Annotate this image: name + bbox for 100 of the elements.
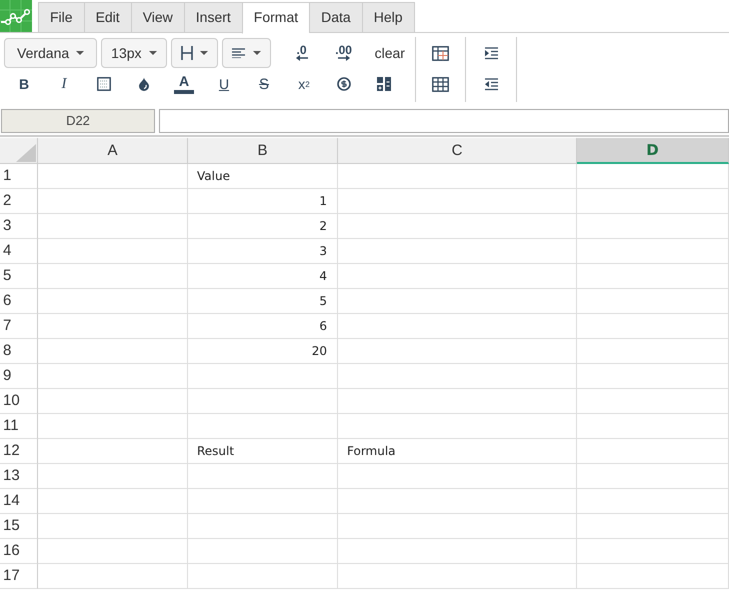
empty-cell[interactable] (338, 189, 577, 214)
row-header[interactable]: 1 (0, 164, 38, 189)
superscript-button[interactable]: x$^{2}$ (284, 70, 324, 98)
empty-cell[interactable] (577, 439, 729, 464)
align-left-icon (232, 48, 246, 58)
caret-icon (200, 51, 208, 55)
empty-cell[interactable] (338, 389, 577, 414)
increase-decimals-button[interactable]: .00 (322, 39, 365, 67)
row-header[interactable]: 4 (0, 239, 38, 264)
empty-cell[interactable] (188, 514, 338, 539)
empty-cell[interactable] (338, 489, 577, 514)
empty-cell[interactable] (577, 564, 729, 589)
menu-tab[interactable]: File (38, 2, 84, 33)
empty-cell[interactable] (188, 489, 338, 514)
empty-cell[interactable] (338, 364, 577, 389)
caret-icon (76, 51, 84, 55)
formula-field[interactable] (159, 109, 729, 133)
ink-drop-icon (138, 77, 150, 91)
empty-cell[interactable] (577, 489, 729, 514)
empty-cell[interactable] (188, 564, 338, 589)
menu-tab[interactable]: Help (362, 2, 415, 33)
row-header[interactable]: 10 (0, 389, 38, 414)
empty-cell[interactable] (577, 264, 729, 289)
row-header[interactable]: 8 (0, 339, 38, 364)
empty-cell[interactable] (577, 364, 729, 389)
row-header[interactable]: 13 (0, 464, 38, 489)
column-header[interactable]: B (188, 138, 338, 164)
row-header[interactable]: 17 (0, 564, 38, 589)
empty-cell[interactable] (338, 164, 577, 189)
dollar-circle-icon (337, 77, 351, 91)
align-dropdown[interactable] (222, 38, 271, 68)
empty-cell[interactable] (188, 414, 338, 439)
empty-cell[interactable] (577, 239, 729, 264)
outdent-icon (484, 78, 498, 90)
empty-cell[interactable] (338, 314, 577, 339)
row-header[interactable]: 15 (0, 514, 38, 539)
dropdown[interactable]: 13px (101, 38, 167, 68)
empty-cell[interactable] (338, 414, 577, 439)
font-color-button[interactable]: A (164, 70, 204, 98)
row-header[interactable]: 7 (0, 314, 38, 339)
column-header[interactable]: A (38, 138, 188, 164)
row-header[interactable]: 3 (0, 214, 38, 239)
calculator-icon (377, 77, 391, 91)
underline-button[interactable]: U (204, 70, 244, 98)
border-style-icon (97, 77, 111, 91)
empty-cell[interactable] (577, 389, 729, 414)
row-header[interactable]: 6 (0, 289, 38, 314)
bold-button[interactable]: B (4, 70, 44, 98)
empty-cell[interactable] (188, 464, 338, 489)
italic-button[interactable]: I (44, 70, 84, 98)
menu-tab[interactable]: View (130, 2, 184, 33)
table-cell: Formula (338, 439, 577, 464)
menu-tab[interactable]: Data (309, 2, 362, 33)
empty-cell[interactable] (577, 339, 729, 364)
empty-cell[interactable] (577, 414, 729, 439)
row-header[interactable]: 5 (0, 264, 38, 289)
row-header[interactable]: 11 (0, 414, 38, 439)
empty-cell[interactable] (577, 514, 729, 539)
dropdown[interactable]: Verdana (4, 38, 98, 68)
empty-cell[interactable] (577, 464, 729, 489)
name-box[interactable]: D22 (1, 109, 155, 133)
empty-cell[interactable] (188, 539, 338, 564)
empty-cell[interactable] (338, 264, 577, 289)
column-header[interactable]: C (338, 138, 577, 164)
select-all-corner[interactable] (0, 138, 38, 164)
empty-cell[interactable] (338, 539, 577, 564)
menu-tab[interactable]: Edit (84, 2, 131, 33)
empty-cell[interactable] (338, 214, 577, 239)
empty-cell[interactable] (577, 539, 729, 564)
menu-tab[interactable]: Insert (184, 2, 242, 33)
left-arrow-icon (296, 55, 308, 61)
clear-button[interactable]: clear (364, 39, 415, 67)
empty-cell[interactable] (577, 214, 729, 239)
menu-tab[interactable]: Format (242, 2, 310, 34)
row-header[interactable]: 12 (0, 439, 38, 464)
empty-cell[interactable] (338, 464, 577, 489)
table-cell: 1 (188, 189, 338, 214)
decrease-decimals-button[interactable]: .0 (280, 39, 323, 67)
empty-cell[interactable] (338, 239, 577, 264)
row-header[interactable]: 16 (0, 539, 38, 564)
caret-icon (148, 51, 157, 55)
table-cell: Result (188, 439, 338, 464)
empty-cell[interactable] (577, 164, 729, 189)
empty-cell[interactable] (338, 289, 577, 314)
row-header[interactable]: 2 (0, 189, 38, 214)
indent-icon (484, 46, 498, 60)
empty-cell[interactable] (577, 189, 729, 214)
row-header[interactable]: 9 (0, 364, 38, 389)
empty-cell[interactable] (577, 314, 729, 339)
row-header[interactable]: 14 (0, 489, 38, 514)
empty-cell[interactable] (577, 289, 729, 314)
empty-cell[interactable] (338, 564, 577, 589)
empty-cell[interactable] (338, 514, 577, 539)
table-cell: 2 (188, 214, 338, 239)
borders-dropdown[interactable] (170, 38, 218, 68)
empty-cell[interactable] (188, 389, 338, 414)
column-header[interactable]: D (577, 138, 729, 164)
empty-cell[interactable] (188, 364, 338, 389)
strikethrough-button[interactable]: S (244, 70, 284, 98)
empty-cell[interactable] (338, 339, 577, 364)
